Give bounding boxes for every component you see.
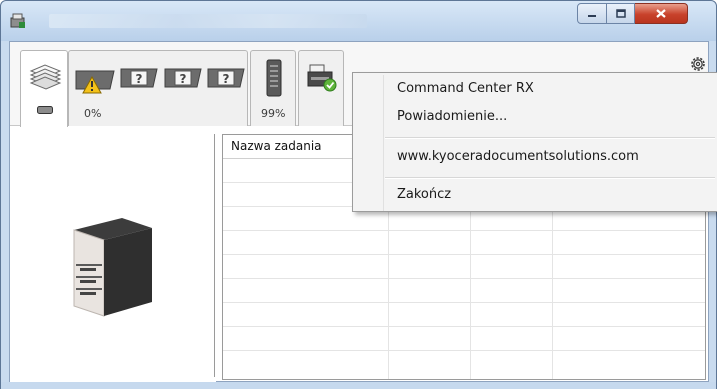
tab-device[interactable]: 4 (298, 50, 362, 126)
table-row (223, 278, 705, 279)
pane-divider[interactable] (214, 134, 215, 377)
gear-icon[interactable] (689, 55, 707, 73)
toner-unknown-icon: ? (120, 68, 158, 88)
printer-image (73, 218, 152, 317)
toner-level: 0% (84, 107, 102, 120)
table-row (223, 230, 705, 231)
minimize-icon (588, 14, 596, 17)
printer-app-icon (10, 13, 25, 28)
document-stack-icon (29, 64, 62, 90)
status-led-icon (37, 106, 53, 114)
menu-item-website[interactable]: www.kyoceradocumentsolutions.com (397, 149, 639, 164)
printer-preview-pane (10, 127, 216, 382)
table-row (223, 350, 705, 351)
paper-level: 99% (261, 107, 286, 120)
svg-text:?: ? (180, 72, 187, 86)
svg-text:?: ? (223, 72, 230, 86)
table-row (223, 254, 705, 255)
table-row (223, 302, 705, 303)
window-controls (577, 3, 688, 25)
table-row (223, 326, 705, 327)
menu-separator-highlight (385, 178, 715, 179)
window-bottom-border (1, 382, 716, 389)
paper-tray-icon (266, 59, 282, 97)
toner-unknown-icon: ? (164, 68, 202, 88)
maximize-button[interactable] (607, 3, 635, 24)
tab-paper[interactable]: 99% (250, 50, 296, 126)
svg-text:?: ? (136, 72, 143, 86)
column-header-job-name[interactable]: Nazwa zadania (231, 139, 322, 153)
toner-warning-icon (75, 70, 115, 94)
tab-job-list[interactable] (20, 50, 68, 127)
menu-item-exit[interactable]: Zakończ (397, 187, 451, 202)
menu-item-notification[interactable]: Powiadomienie... (397, 109, 507, 124)
menu-item-command-center[interactable]: Command Center RX (397, 81, 534, 96)
menu-gutter (383, 75, 384, 211)
maximize-icon (615, 9, 626, 18)
title-bar[interactable] (1, 1, 716, 41)
minimize-button[interactable] (577, 3, 607, 24)
tab-toner[interactable]: ? ? ? 0% (68, 50, 248, 126)
close-button[interactable] (635, 3, 688, 24)
close-icon (656, 9, 666, 18)
window-title (49, 14, 367, 28)
toner-unknown-icon: ? (207, 68, 245, 88)
menu-separator-highlight (385, 138, 715, 139)
printer-ok-icon (307, 64, 337, 92)
context-menu: Command Center RX Powiadomienie... www.k… (352, 72, 717, 212)
